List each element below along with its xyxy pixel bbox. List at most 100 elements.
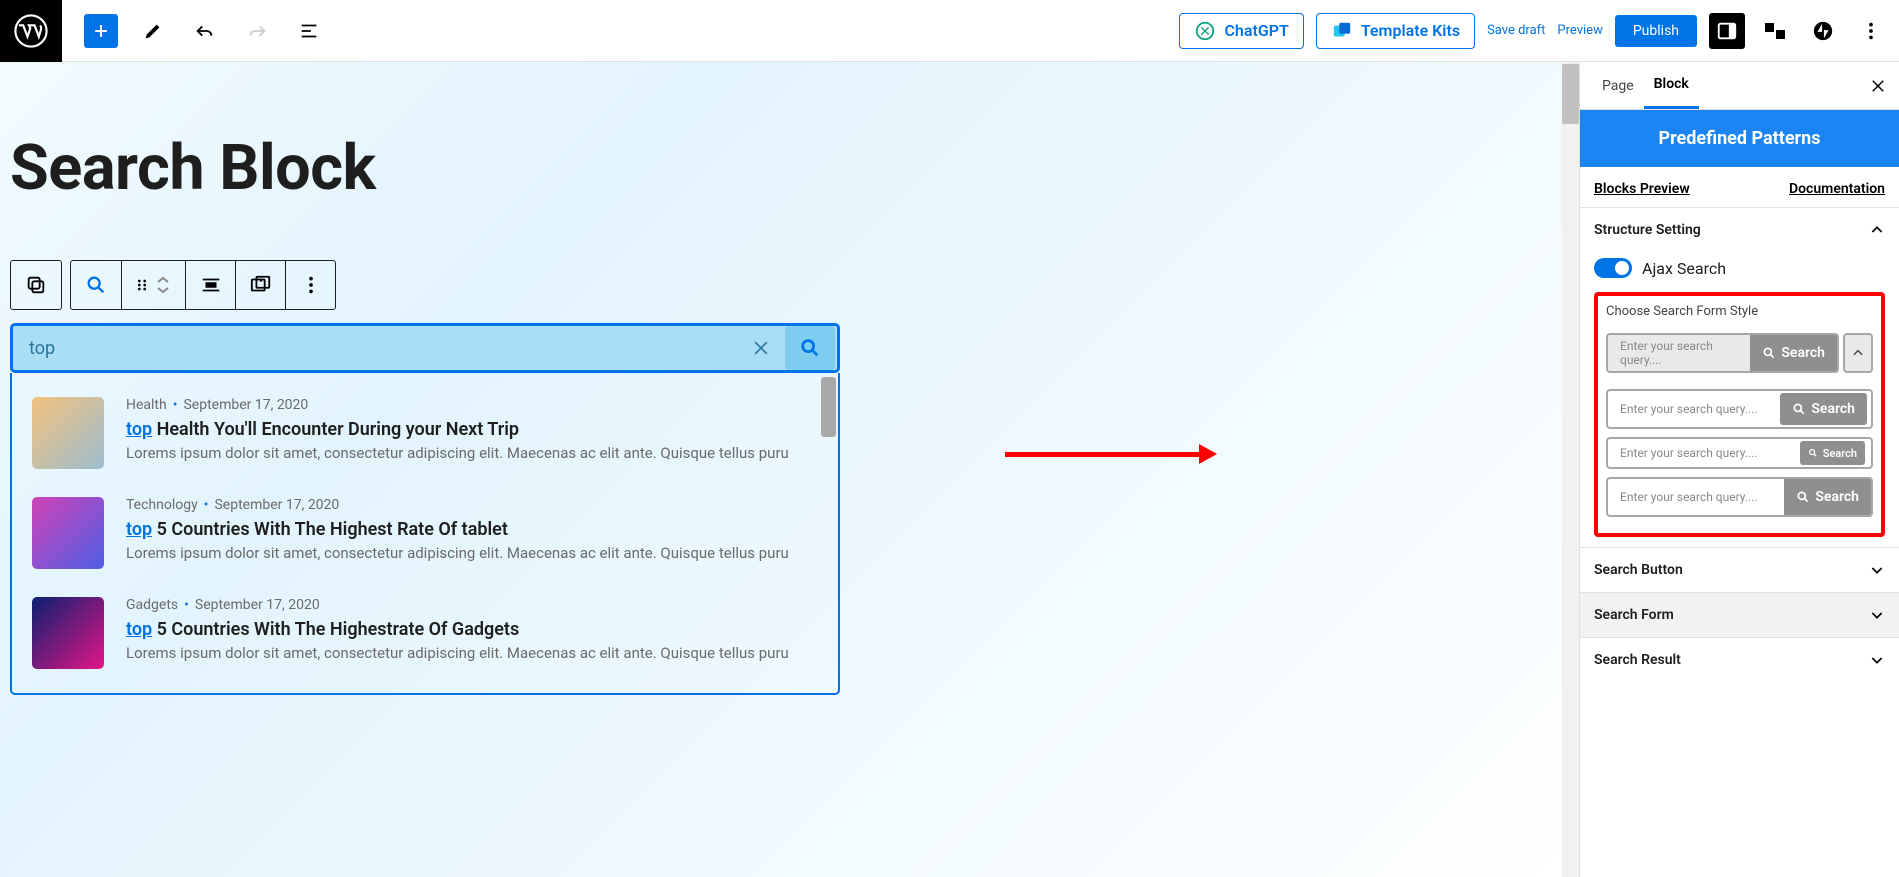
structure-setting-content: Ajax Search Choose Search Form Style Ent…: [1580, 258, 1899, 547]
topbar-right-tools: ChatGPT Template Kits Save draft Preview…: [1179, 13, 1899, 49]
search-results: Health•September 17, 2020 top Health You…: [10, 373, 840, 695]
styles-icon: [1763, 19, 1787, 43]
image-stack-icon: [249, 274, 273, 296]
sidebar-tabs: Page Block: [1580, 62, 1899, 110]
template-kits-icon: [1331, 20, 1353, 42]
documentation-link[interactable]: Documentation: [1789, 181, 1885, 197]
jetpack-icon: [1812, 20, 1834, 42]
style-search-btn: Search: [1800, 441, 1865, 465]
results-scrollbar[interactable]: [821, 377, 836, 689]
result-title: top 5 Countries With The Highestrate Of …: [126, 619, 789, 640]
chevron-up-icon: [1851, 346, 1865, 360]
section-structure-setting[interactable]: Structure Setting: [1580, 208, 1899, 252]
predefined-patterns-button[interactable]: Predefined Patterns: [1580, 110, 1899, 167]
plus-icon: [91, 21, 111, 41]
result-meta: Technology•September 17, 2020: [126, 497, 789, 513]
style-search-btn: Search: [1750, 335, 1837, 371]
ajax-search-toggle[interactable]: [1594, 258, 1632, 278]
redo-icon: [246, 20, 268, 42]
search-clear-button[interactable]: [739, 326, 783, 370]
sidebar-icon: [1716, 20, 1738, 42]
kebab-icon: [300, 274, 322, 296]
styles-button[interactable]: [1757, 13, 1793, 49]
section-search-result[interactable]: Search Result: [1580, 637, 1899, 682]
chatgpt-button[interactable]: ChatGPT: [1179, 13, 1303, 49]
section-search-form[interactable]: Search Form: [1580, 592, 1899, 637]
page-title[interactable]: Search Block: [10, 132, 1559, 205]
result-thumbnail: [32, 497, 104, 569]
template-kits-button[interactable]: Template Kits: [1316, 13, 1475, 49]
result-thumbnail: [32, 597, 104, 669]
block-inserter-button[interactable]: [84, 14, 118, 48]
workspace: Search Block: [0, 62, 1899, 877]
result-meta: Health•September 17, 2020: [126, 397, 789, 413]
template-kits-label: Template Kits: [1361, 21, 1460, 40]
result-item[interactable]: Health•September 17, 2020 top Health You…: [22, 383, 834, 483]
search-icon: [799, 337, 821, 359]
ajax-search-toggle-row: Ajax Search: [1594, 258, 1885, 278]
ajax-search-label: Ajax Search: [1642, 259, 1726, 278]
search-icon: [1762, 346, 1776, 360]
save-draft-link[interactable]: Save draft: [1487, 23, 1545, 38]
close-icon: [751, 338, 771, 358]
undo-icon: [194, 20, 216, 42]
pencil-icon: [142, 20, 164, 42]
tab-block[interactable]: Block: [1644, 62, 1699, 109]
options-menu-button[interactable]: [1853, 13, 1889, 49]
chevron-down-icon: [156, 286, 170, 294]
block-move-arrows[interactable]: [156, 272, 174, 298]
document-overview-button[interactable]: [292, 14, 326, 48]
result-meta: Gadgets•September 17, 2020: [126, 597, 789, 613]
search-submit-button[interactable]: [785, 326, 835, 370]
block-align-button[interactable]: [185, 261, 235, 309]
redo-button[interactable]: [240, 14, 274, 48]
search-block: Health•September 17, 2020 top Health You…: [10, 323, 840, 695]
drag-icon: [134, 277, 150, 293]
form-style-selector-highlighted: Choose Search Form Style Enter your sear…: [1594, 292, 1885, 537]
list-view-icon: [298, 20, 320, 42]
result-title: top Health You'll Encounter During your …: [126, 419, 789, 440]
form-style-dropdown-toggle[interactable]: [1843, 333, 1873, 373]
section-search-button[interactable]: Search Button: [1580, 547, 1899, 592]
canvas-scrollbar[interactable]: [1562, 62, 1579, 877]
chatgpt-label: ChatGPT: [1224, 21, 1288, 40]
form-style-option-2[interactable]: Enter your search query.... Search: [1606, 389, 1873, 429]
chevron-down-icon: [1869, 562, 1885, 578]
form-style-option-3[interactable]: Enter your search query.... Search: [1606, 437, 1873, 469]
chatgpt-icon: [1194, 20, 1216, 42]
kebab-icon: [1860, 20, 1882, 42]
result-item[interactable]: Technology•September 17, 2020 top 5 Coun…: [22, 483, 834, 583]
jetpack-button[interactable]: [1805, 13, 1841, 49]
tab-page[interactable]: Page: [1592, 62, 1644, 109]
search-input[interactable]: [13, 338, 739, 359]
wordpress-logo[interactable]: [0, 0, 62, 62]
result-item[interactable]: Gadgets•September 17, 2020 top 5 Countri…: [22, 583, 834, 683]
wordpress-icon: [14, 14, 48, 48]
block-toolbar: [10, 260, 336, 310]
result-desc: Lorems ipsum dolor sit amet, consectetur…: [126, 544, 789, 562]
search-icon: [1808, 448, 1818, 458]
annotation-arrow: [1005, 452, 1205, 457]
chevron-up-icon: [1869, 222, 1885, 238]
search-icon: [1796, 490, 1810, 504]
blocks-preview-link[interactable]: Blocks Preview: [1594, 181, 1690, 197]
result-desc: Lorems ipsum dolor sit amet, consectetur…: [126, 444, 789, 462]
block-image-button[interactable]: [235, 261, 285, 309]
form-style-option-1[interactable]: Enter your search query.... Search: [1606, 333, 1839, 373]
style-search-btn: Search: [1784, 479, 1871, 515]
search-bar: [10, 323, 840, 373]
form-style-option-4[interactable]: Enter your search query.... Search: [1606, 477, 1873, 517]
sidebar-close-button[interactable]: [1869, 77, 1887, 95]
block-options-button[interactable]: [285, 261, 335, 309]
undo-button[interactable]: [188, 14, 222, 48]
edit-tool-button[interactable]: [136, 14, 170, 48]
block-move-handle[interactable]: [121, 261, 185, 309]
settings-sidebar-toggle[interactable]: [1709, 13, 1745, 49]
editor-canvas: Search Block: [0, 62, 1579, 877]
block-parent-selector[interactable]: [11, 261, 61, 309]
block-type-button[interactable]: [71, 261, 121, 309]
chevron-down-icon: [1869, 652, 1885, 668]
publish-button[interactable]: Publish: [1615, 15, 1697, 47]
preview-link[interactable]: Preview: [1557, 23, 1602, 38]
copy-icon: [25, 274, 47, 296]
